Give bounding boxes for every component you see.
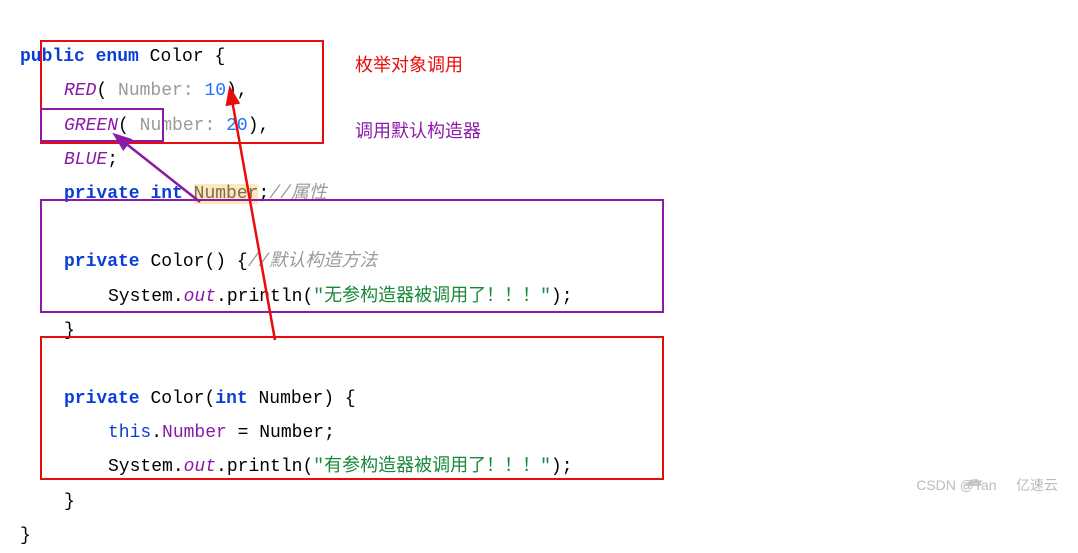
hint-label: Number: (118, 81, 194, 101)
system: System (108, 287, 173, 307)
kw-int: int (215, 389, 247, 409)
watermark-csdn: CSDN @Tan (916, 477, 996, 493)
brace-open: { (214, 47, 225, 67)
paren-open: ( (96, 81, 107, 101)
class-name: Color (150, 47, 204, 67)
paren-open: ( (204, 252, 215, 272)
enum-const-blue: BLUE (64, 150, 107, 170)
param-name: Number (258, 389, 323, 409)
kw-public: public (20, 47, 85, 67)
kw-private: private (64, 252, 140, 272)
annotation-enum-call: 枚举对象调用 (355, 48, 463, 82)
println: println (227, 457, 303, 477)
paren-open: ( (204, 389, 215, 409)
kw-private: private (64, 389, 140, 409)
hint-label: Number: (140, 116, 216, 136)
kw-int: int (150, 184, 182, 204)
comment-ctor0: //默认构造方法 (248, 252, 378, 272)
out: out (184, 457, 216, 477)
system: System (108, 457, 173, 477)
ctor0-name: Color (150, 252, 204, 272)
semicolon: ; (107, 150, 118, 170)
paren-close: ) (215, 252, 226, 272)
watermark: CSDN @Tan 亿速云 (916, 472, 1058, 499)
num-20: 20 (226, 116, 248, 136)
ctor1-name: Color (150, 389, 204, 409)
enum-const-red: RED (64, 81, 96, 101)
assign-field: Number (162, 423, 227, 443)
comma: , (237, 81, 248, 101)
kw-private: private (64, 184, 140, 204)
watermark-yisu: 亿速云 (1016, 477, 1058, 493)
semicolon: ; (258, 184, 269, 204)
paren-close: ) (226, 81, 237, 101)
comma: , (259, 116, 270, 136)
brace-close: } (64, 321, 75, 341)
kw-enum: enum (96, 47, 139, 67)
out: out (184, 287, 216, 307)
str-ctor0: "无参构造器被调用了！！！" (313, 287, 551, 307)
comment-field: //属性 (269, 184, 327, 204)
paren-open: ( (118, 116, 129, 136)
brace-open: { (237, 252, 248, 272)
brace-close: } (20, 526, 31, 546)
paren-close: ) (248, 116, 259, 136)
num-10: 10 (204, 81, 226, 101)
code-block: public enum Color { RED( Number: 10), GR… (20, 6, 1058, 553)
println: println (227, 287, 303, 307)
assign-rhs: Number (259, 423, 324, 443)
field-name: Number (194, 184, 259, 204)
brace-close: } (64, 492, 75, 512)
str-ctor1: "有参构造器被调用了！！！" (313, 457, 551, 477)
annotation-default-ctor: 调用默认构造器 (355, 114, 481, 148)
enum-const-green: GREEN (64, 116, 118, 136)
paren-close: ) (323, 389, 334, 409)
kw-this: this (108, 423, 151, 443)
brace-open: { (345, 389, 356, 409)
